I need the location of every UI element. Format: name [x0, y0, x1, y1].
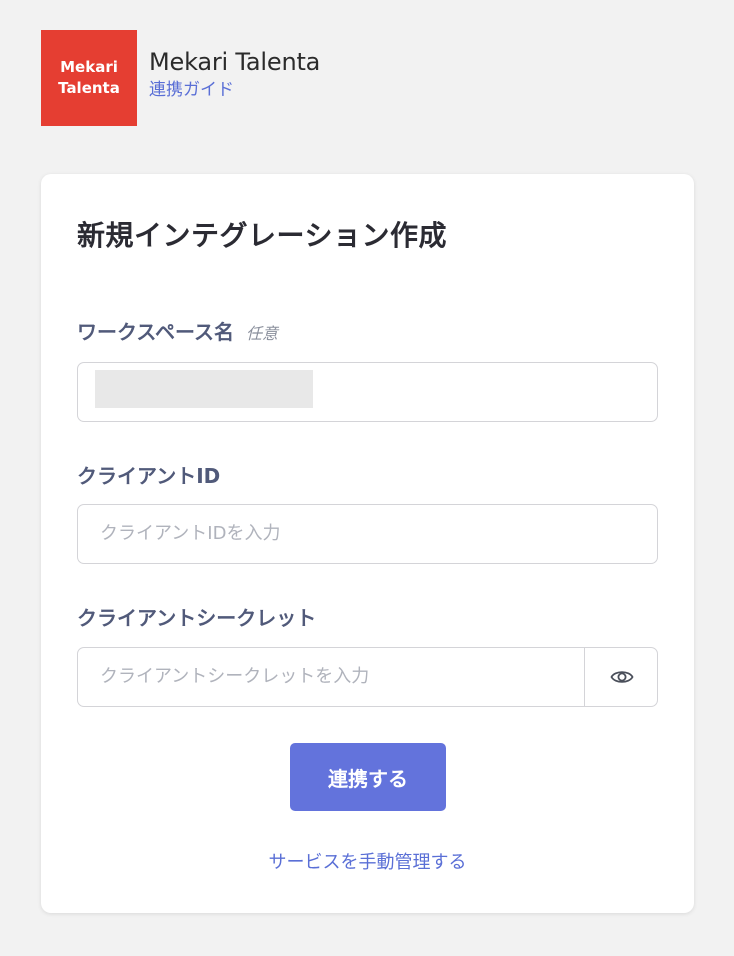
app-header: Mekari Talenta Mekari Talenta 連携ガイド	[41, 30, 320, 126]
client-secret-label-text: クライアントシークレット	[77, 606, 317, 630]
manage-manually-link[interactable]: サービスを手動管理する	[41, 848, 694, 874]
eye-icon	[609, 671, 634, 683]
workspace-name-label: ワークスペース名 任意	[77, 316, 278, 345]
logo-text-line1: Mekari	[60, 58, 118, 76]
connect-button[interactable]: 連携する	[290, 743, 446, 811]
workspace-name-label-text: ワークスペース名	[77, 320, 234, 344]
optional-tag: 任意	[246, 324, 279, 343]
client-id-input[interactable]: クライアントIDを入力	[77, 504, 658, 564]
logo-text-line2: Talenta	[58, 79, 120, 97]
app-name: Mekari Talenta	[149, 48, 321, 76]
client-secret-input[interactable]: クライアントシークレットを入力	[77, 647, 658, 707]
client-id-label: クライアントID	[77, 460, 220, 489]
app-logo: Mekari Talenta	[41, 30, 137, 126]
workspace-name-input[interactable]	[77, 362, 658, 422]
integration-guide-link[interactable]: 連携ガイド	[149, 79, 320, 101]
app-info: Mekari Talenta 連携ガイド	[149, 30, 320, 101]
toggle-secret-visibility-button[interactable]	[585, 648, 658, 706]
client-secret-placeholder: クライアントシークレットを入力	[100, 666, 370, 687]
integration-form-card: 新規インテグレーション作成 ワークスペース名 任意 クライアントID クライアン…	[41, 174, 694, 913]
redacted-value	[95, 370, 313, 408]
client-id-label-text: クライアントID	[77, 464, 221, 488]
client-id-placeholder: クライアントIDを入力	[100, 523, 281, 544]
client-secret-label: クライアントシークレット	[77, 602, 316, 631]
form-title: 新規インテグレーション作成	[77, 219, 447, 252]
